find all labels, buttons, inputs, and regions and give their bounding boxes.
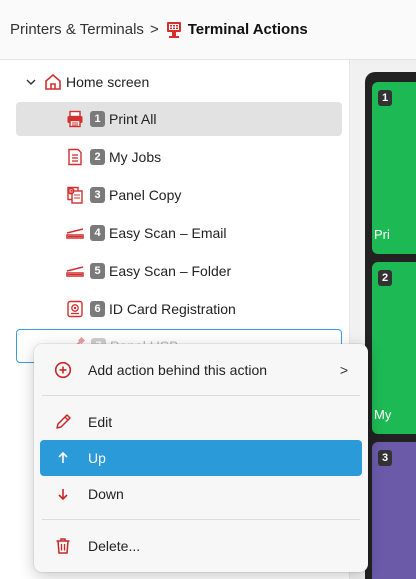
copy-icon: ©: [66, 186, 84, 204]
id-card-icon: [66, 300, 84, 318]
breadcrumb-parent-link[interactable]: Printers & Terminals: [10, 21, 144, 38]
breadcrumb-current-label: Terminal Actions: [187, 21, 308, 38]
item-number-badge: 5: [90, 263, 105, 279]
trash-icon: [52, 537, 74, 555]
document-list-icon: [66, 148, 84, 166]
menu-item-label: Add action behind this action: [88, 362, 268, 378]
breadcrumb-current: Terminal Actions: [165, 21, 308, 39]
item-number-badge: 2: [90, 149, 105, 165]
chevron-down-icon[interactable]: [22, 73, 40, 91]
menu-item-down[interactable]: Down: [40, 476, 362, 512]
tree-item-my-jobs[interactable]: 2 My Jobs: [16, 140, 342, 174]
printer-icon: [66, 110, 84, 128]
tree-root-home[interactable]: Home screen: [22, 65, 348, 99]
tree-item-easy-scan-folder[interactable]: 5 Easy Scan – Folder: [16, 254, 342, 288]
tree-item-label: Print All: [109, 111, 157, 127]
tree-item-panel-copy[interactable]: © 3 Panel Copy: [16, 178, 342, 212]
tree-item-label: Easy Scan – Email: [109, 225, 227, 241]
tree-item-label: My Jobs: [109, 149, 162, 165]
tile-label: My: [374, 407, 392, 422]
svg-text:©: ©: [69, 188, 74, 195]
plus-circle-icon: [52, 361, 74, 379]
item-number-badge: 3: [90, 187, 105, 203]
menu-separator: [42, 395, 360, 396]
tree-item-label: ID Card Registration: [109, 301, 236, 317]
menu-item-label: Edit: [88, 414, 113, 430]
tree-item-label: Panel Copy: [109, 187, 182, 203]
menu-item-label: Up: [88, 450, 106, 466]
tile-number-badge: 1: [378, 90, 392, 106]
pencil-icon: [52, 413, 74, 431]
preview-tile-1[interactable]: 1 Pri: [372, 82, 416, 254]
scanner-icon: [66, 224, 84, 242]
menu-item-label: Down: [88, 486, 124, 502]
tree-item-easy-scan-email[interactable]: 4 Easy Scan – Email: [16, 216, 342, 250]
tile-label: Pri: [374, 227, 390, 242]
breadcrumb: Printers & Terminals > Terminal Actions: [0, 0, 416, 60]
home-icon: [44, 73, 62, 91]
arrow-up-icon: [52, 451, 74, 465]
tree-item-label: Easy Scan – Folder: [109, 263, 232, 279]
menu-item-edit[interactable]: Edit: [40, 404, 362, 440]
item-number-badge: 6: [90, 301, 105, 317]
scanner-icon: [66, 262, 84, 280]
item-number-badge: 1: [90, 111, 105, 127]
breadcrumb-separator: >: [149, 21, 159, 38]
item-number-badge: 4: [90, 225, 105, 241]
tree-root-label: Home screen: [66, 74, 150, 90]
tile-number-badge: 2: [378, 270, 392, 286]
menu-item-up[interactable]: Up: [40, 440, 362, 476]
preview-tile-2[interactable]: 2 My: [372, 262, 416, 434]
preview-tile-3[interactable]: 3: [372, 442, 416, 579]
context-menu: Add action behind this action > Edit Up …: [34, 344, 368, 572]
menu-item-add-action-behind[interactable]: Add action behind this action >: [40, 352, 362, 388]
menu-item-label: Delete...: [88, 538, 141, 554]
arrow-down-icon: [52, 487, 74, 501]
menu-separator: [42, 519, 360, 520]
tile-number-badge: 3: [378, 450, 392, 466]
tree-item-id-card-registration[interactable]: 6 ID Card Registration: [16, 292, 342, 326]
menu-item-delete[interactable]: Delete...: [40, 528, 362, 564]
terminal-icon: [166, 21, 181, 38]
tree-item-print-all[interactable]: 1 Print All: [16, 102, 342, 136]
chevron-right-icon: >: [339, 362, 348, 378]
